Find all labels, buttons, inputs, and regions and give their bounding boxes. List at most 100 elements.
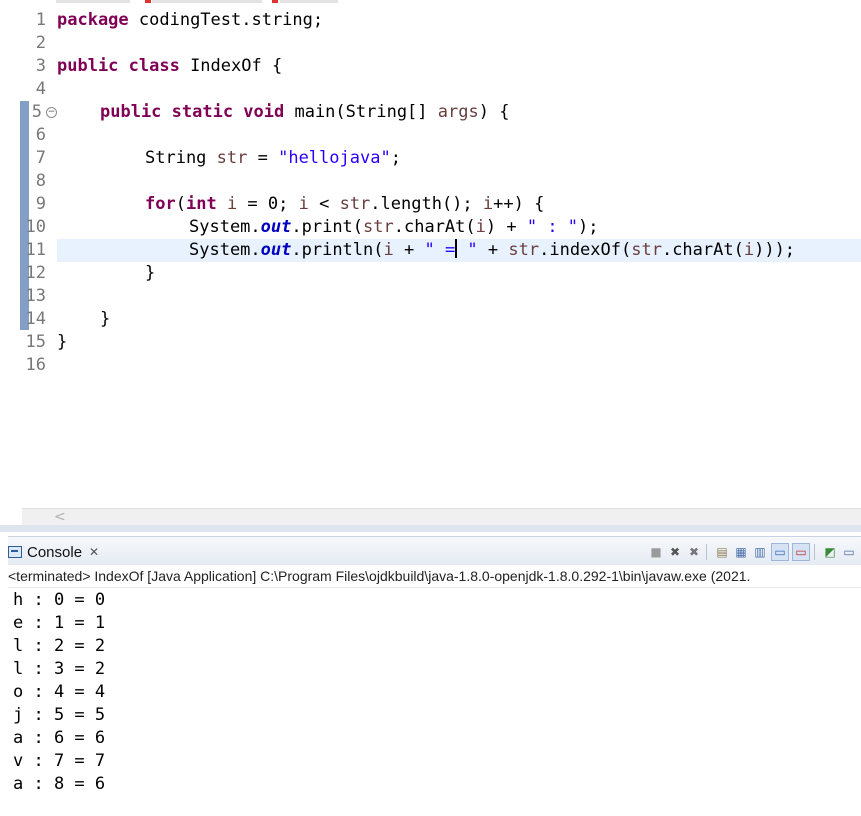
show-on-stderr-icon[interactable]: ▭ — [792, 543, 810, 561]
console-output-line: v : 7 = 7 — [13, 751, 106, 771]
code-text: = — [247, 148, 279, 168]
code-text: ))); — [754, 240, 796, 260]
code-text: IndexOf { — [179, 56, 283, 76]
line-number: 4 — [35, 79, 46, 99]
code-text: + — [393, 240, 425, 260]
code-text: ) + — [485, 217, 527, 237]
local-variable: i — [226, 194, 238, 214]
line-number: 9 — [35, 194, 46, 214]
keyword: package — [57, 10, 129, 30]
toolbar-separator — [706, 544, 707, 560]
close-icon[interactable]: ✕ — [89, 545, 99, 559]
remove-launch-icon[interactable]: ✖ — [667, 544, 683, 560]
code-text: = 0; — [237, 194, 299, 214]
code-text: String — [145, 148, 217, 168]
remove-all-terminated-icon[interactable]: ✖ — [686, 544, 702, 560]
toolbar-separator — [814, 544, 815, 560]
local-variable: str — [339, 194, 371, 214]
code-text: .charAt( — [393, 217, 476, 237]
clear-console-icon[interactable]: ▤ — [714, 544, 730, 560]
code-line-close-class[interactable]: } — [57, 331, 67, 354]
string-literal: "hellojava" — [278, 148, 391, 168]
code-text: ); — [578, 217, 599, 237]
terminate-icon[interactable]: ■ — [648, 544, 664, 560]
code-line-close-for[interactable]: } — [145, 262, 155, 285]
code-line-print[interactable]: System.out.print(str.charAt(i) + " : "); — [189, 216, 599, 239]
line-number: 6 — [35, 125, 46, 145]
code-text: < — [308, 194, 340, 214]
local-variable: str — [631, 240, 662, 260]
local-variable: str — [216, 148, 248, 168]
console-output-line: l : 3 = 2 — [13, 659, 106, 679]
local-variable: str — [363, 217, 394, 237]
console-output-line: j : 5 = 5 — [13, 705, 106, 725]
code-text: System. — [189, 240, 261, 260]
word-wrap-icon[interactable]: ▥ — [752, 544, 768, 560]
line-number: 11 — [25, 240, 46, 260]
line-number: 10 — [25, 217, 46, 237]
code-text: System. — [189, 217, 261, 237]
local-variable: i — [743, 240, 755, 260]
pin-console-icon[interactable]: ◩ — [822, 544, 838, 560]
string-literal: " = — [424, 240, 456, 260]
line-number: 12 — [25, 263, 46, 283]
code-line-string-decl[interactable]: String str = "hellojava"; — [145, 147, 401, 170]
code-text: .indexOf( — [539, 240, 632, 260]
string-literal: " : " — [526, 217, 579, 237]
code-text: ++) { — [493, 194, 545, 214]
code-text: } — [145, 263, 156, 283]
console-output-line: h : 0 = 0 — [13, 590, 106, 610]
line-number: 1 — [35, 10, 46, 30]
code-line-println[interactable]: System.out.println(i + " = " + str.index… — [189, 239, 795, 262]
code-line-main-decl[interactable]: public static void main(String[] args) { — [100, 101, 509, 124]
code-text: main(String[] — [284, 102, 438, 122]
line-number: 16 — [25, 355, 46, 375]
code-editor[interactable]: 1 2 3 4 5 − 6 7 8 9 10 11 12 13 14 15 16… — [0, 0, 861, 532]
keyword: public class — [57, 56, 180, 76]
editor-tab-strip-edge — [0, 0, 861, 3]
parameter: args — [437, 102, 479, 122]
static-field: out — [260, 240, 292, 260]
line-number: 8 — [35, 171, 46, 191]
keyword: public static void — [100, 102, 285, 122]
code-text: + — [477, 240, 509, 260]
code-text: ( — [175, 194, 186, 214]
open-console-icon[interactable]: ▭ — [841, 544, 857, 560]
line-number: 7 — [35, 148, 46, 168]
static-field: out — [260, 217, 292, 237]
console-view-header: Console ✕ ■ ✖ ✖ ▤ ▦ ▥ ▭ ▭ ◩ ▭ — [8, 536, 861, 565]
code-line-package[interactable]: package codingTest.string; — [57, 9, 323, 32]
code-text: .print( — [291, 217, 364, 237]
code-text: } — [100, 309, 111, 329]
local-variable: i — [298, 194, 309, 214]
console-output[interactable]: h : 0 = 0 e : 1 = 1 l : 2 = 2 l : 3 = 2 … — [13, 589, 861, 816]
local-variable: i — [383, 240, 394, 260]
scroll-lock-icon[interactable]: ▦ — [733, 544, 749, 560]
show-on-stdout-icon[interactable]: ▭ — [771, 543, 789, 561]
code-text: .charAt( — [661, 240, 744, 260]
string-literal: " — [457, 240, 478, 260]
console-toolbar: ■ ✖ ✖ ▤ ▦ ▥ ▭ ▭ ◩ ▭ — [645, 542, 857, 562]
keyword: int — [185, 194, 217, 214]
tab-console[interactable]: Console ✕ — [8, 540, 99, 564]
code-text: codingTest.string; — [128, 10, 324, 30]
code-line-class-decl[interactable]: public class IndexOf { — [57, 55, 282, 78]
keyword: for — [145, 194, 176, 214]
console-output-line: o : 4 = 4 — [13, 682, 106, 702]
horizontal-scrollbar[interactable]: < — [22, 508, 861, 526]
line-number: 15 — [25, 332, 46, 352]
line-number: 14 — [25, 309, 46, 329]
local-variable: i — [482, 194, 494, 214]
code-line-for-loop[interactable]: for(int i = 0; i < str.length(); i++) { — [145, 193, 544, 216]
editor-left-border — [0, 0, 6, 532]
code-line-close-main[interactable]: } — [100, 308, 110, 331]
process-status-line: <terminated> IndexOf [Java Application] … — [8, 565, 861, 588]
console-icon — [8, 546, 22, 558]
console-output-line: a : 8 = 6 — [13, 774, 106, 794]
scroll-left-arrow-icon[interactable]: < — [54, 509, 66, 526]
fold-collapse-icon[interactable]: − — [46, 107, 57, 118]
line-number: 3 — [35, 56, 46, 76]
code-text: ; — [390, 148, 401, 168]
console-output-line: e : 1 = 1 — [13, 613, 106, 633]
